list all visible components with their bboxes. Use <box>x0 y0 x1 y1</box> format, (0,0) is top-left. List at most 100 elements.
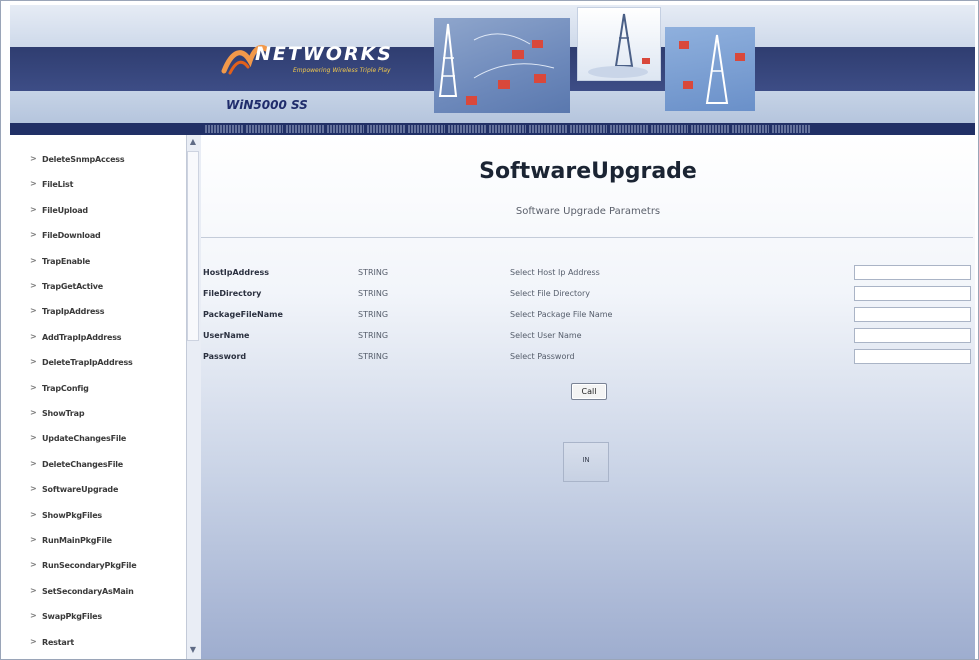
sidebar-item-label: FileList <box>42 180 74 190</box>
sidebar-item-showtrap[interactable]: > ShowTrap <box>10 406 185 422</box>
antenna-icon <box>588 13 650 78</box>
param-row: FileDirectory STRING Select File Directory <box>201 286 975 302</box>
chevron-right-icon: > <box>30 382 37 392</box>
chevron-right-icon: > <box>30 281 37 290</box>
top-nav-links <box>205 124 810 134</box>
top-nav-link[interactable] <box>610 125 648 133</box>
result-box: IN <box>563 442 609 482</box>
param-name: PackageFileName <box>203 310 283 319</box>
sidebar-item-label: DeleteChangesFile <box>42 459 124 469</box>
password-input[interactable] <box>854 349 971 364</box>
cell-tower-icon <box>438 23 555 105</box>
username-input[interactable] <box>854 328 971 343</box>
chevron-right-icon: > <box>30 433 37 443</box>
network-tower-icon <box>679 34 745 104</box>
param-type: STRING <box>358 268 389 277</box>
page-title: SoftwareUpgrade <box>479 159 697 184</box>
sidebar-item-setsecondaryasmain[interactable]: > SetSecondaryAsMain <box>10 584 185 600</box>
sidebar: > DeleteSnmpAccess > FileList > FileUpload > Fi… <box>10 135 185 659</box>
sidebar-item-label: ShowPkgFiles <box>42 510 102 520</box>
scroll-down-arrow-icon[interactable]: ▼ <box>186 645 200 657</box>
param-description: Select Host Ip Address <box>510 268 600 277</box>
main-content: SoftwareUpgrade Software Upgrade Paramet… <box>201 135 975 659</box>
top-nav-bar <box>10 123 975 135</box>
param-description: Select File Directory <box>510 289 591 298</box>
sidebar-item-swappkgfiles[interactable]: > SwapPkgFiles <box>10 609 185 625</box>
top-nav-link[interactable] <box>448 125 486 133</box>
sidebar-item-filelist[interactable]: > FileList <box>10 177 185 193</box>
sidebar-item-deletesnmpaccess[interactable]: > DeleteSnmpAccess <box>10 152 185 168</box>
banner-tower-photo <box>434 18 570 113</box>
sidebar-item-filedownload[interactable]: > FileDownload <box>10 228 185 244</box>
sidebar-item-label: RunMainPkgFile <box>42 536 112 545</box>
sidebar-item-trapenable[interactable]: > TrapEnable <box>10 254 185 270</box>
sidebar-item-deletetrapipaddress[interactable]: > DeleteTrapIpAddress <box>10 355 185 371</box>
param-row: Password STRING Select Password <box>201 349 975 365</box>
top-nav-link[interactable] <box>245 125 284 133</box>
chevron-right-icon: > <box>30 179 37 189</box>
sidebar-item-label: RunSecondaryPkgFile <box>42 561 137 571</box>
hostipaddress-input[interactable] <box>854 265 971 280</box>
sidebar-item-fileupload[interactable]: > FileUpload <box>10 203 185 219</box>
sidebar-item-softwareupgrade[interactable]: > SoftwareUpgrade <box>10 482 185 498</box>
window-frame: NETWORKS Empowering Wireless Triple Play… <box>0 0 979 660</box>
chevron-right-icon: > <box>30 560 37 570</box>
filedirectory-input[interactable] <box>854 286 971 301</box>
top-nav-link[interactable] <box>488 125 527 133</box>
chevron-right-icon: > <box>30 357 37 367</box>
top-nav-link[interactable] <box>772 125 810 133</box>
param-type: STRING <box>358 310 389 319</box>
sidebar-item-runmainpkgfile[interactable]: > RunMainPkgFile <box>10 533 185 549</box>
sidebar-item-label: FileDownload <box>42 231 101 241</box>
result-text: IN <box>582 456 590 464</box>
chevron-right-icon: > <box>30 204 37 214</box>
sidebar-item-restart[interactable]: > Restart <box>10 635 185 651</box>
sidebar-item-updatechangesfile[interactable]: > UpdateChangesFile <box>10 431 185 447</box>
sidebar-item-deletechangesfile[interactable]: > DeleteChangesFile <box>10 457 185 473</box>
sidebar-item-label: FileUpload <box>42 205 88 215</box>
param-description: Select Package File Name <box>510 310 613 319</box>
top-nav-link[interactable] <box>529 125 567 133</box>
sidebar-item-showpkgfiles[interactable]: > ShowPkgFiles <box>10 508 185 524</box>
top-nav-link[interactable] <box>691 125 729 133</box>
sidebar-item-runsecondarypkgfile[interactable]: > RunSecondaryPkgFile <box>10 558 185 574</box>
sidebar-item-label: SetSecondaryAsMain <box>42 586 134 596</box>
sidebar-item-label: TrapGetActive <box>42 282 104 291</box>
scroll-up-arrow-icon[interactable]: ▲ <box>186 137 200 149</box>
scrollbar-thumb[interactable] <box>187 151 199 341</box>
sidebar-item-trapgetactive[interactable]: > TrapGetActive <box>10 279 185 295</box>
sidebar-item-trapipaddress[interactable]: > TrapIpAddress <box>10 304 185 320</box>
sidebar-item-addtrapipaddress[interactable]: > AddTrapIpAddress <box>10 330 185 346</box>
sidebar-item-trapconfig[interactable]: > TrapConfig <box>10 381 185 397</box>
top-nav-link[interactable] <box>326 125 365 133</box>
chevron-right-icon: > <box>30 509 37 519</box>
top-nav-link[interactable] <box>650 125 689 133</box>
param-row: PackageFileName STRING Select Package File… <box>201 307 975 323</box>
param-type: STRING <box>358 352 389 361</box>
call-button[interactable]: Call <box>571 383 607 400</box>
param-name: Password <box>203 352 247 361</box>
top-nav-link[interactable] <box>731 125 770 133</box>
param-row: UserName STRING Select User Name <box>201 328 975 344</box>
param-type: STRING <box>358 331 389 340</box>
chevron-right-icon: > <box>30 535 37 544</box>
chevron-right-icon: > <box>30 636 37 646</box>
chevron-right-icon: > <box>30 484 37 494</box>
sidebar-item-label: ShowTrap <box>42 409 85 418</box>
top-nav-link[interactable] <box>569 125 608 133</box>
sidebar-item-label: Restart <box>42 637 74 647</box>
divider <box>201 237 973 238</box>
param-name: UserName <box>203 331 250 340</box>
chevron-right-icon: > <box>30 458 37 468</box>
top-nav-link[interactable] <box>286 125 324 133</box>
top-nav-link[interactable] <box>205 125 243 133</box>
packagefilename-input[interactable] <box>854 307 971 322</box>
product-name: WiN5000 SS <box>226 98 308 112</box>
banner-network-photo <box>665 27 755 111</box>
param-description: Select User Name <box>510 331 582 340</box>
sidebar-item-label: AddTrapIpAddress <box>42 332 122 342</box>
sidebar-item-label: SwapPkgFiles <box>42 612 102 622</box>
page-subtitle: Software Upgrade Parametrs <box>515 206 661 217</box>
top-nav-link[interactable] <box>407 125 446 133</box>
top-nav-link[interactable] <box>367 125 405 133</box>
